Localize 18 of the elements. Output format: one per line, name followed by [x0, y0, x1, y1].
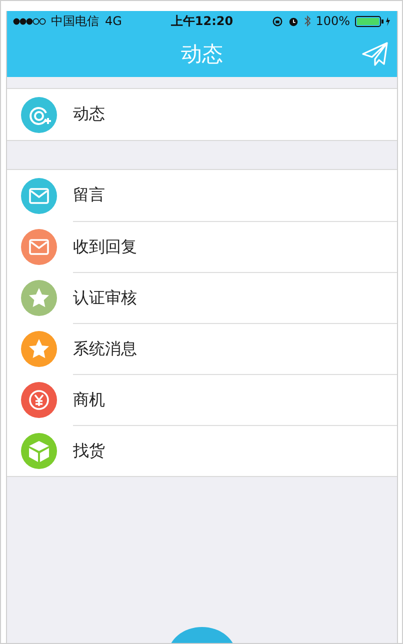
lock-rotation-icon: [272, 16, 283, 26]
menu-item[interactable]: 动态: [73, 104, 105, 125]
menu-item[interactable]: 认证审核: [73, 288, 137, 308]
page-title: 动态: [181, 41, 223, 68]
menu-item[interactable]: 商机: [73, 390, 105, 410]
menu-item[interactable]: 留言: [73, 185, 105, 206]
signal-icon: [13, 18, 47, 24]
battery-percent: 100%: [316, 14, 350, 28]
alarm-icon: [288, 16, 299, 26]
send-button[interactable]: [361, 40, 389, 68]
menu-item[interactable]: 收到回复: [73, 236, 137, 258]
bluetooth-icon: [304, 15, 311, 27]
network-type: 4G: [105, 14, 122, 28]
carrier-name: 中国电信: [51, 12, 99, 30]
menu-item[interactable]: 系统消息: [73, 338, 137, 360]
menu-item[interactable]: 找货: [73, 440, 105, 462]
battery-icon: [355, 16, 391, 26]
clock-time: 上午12:20: [170, 12, 234, 30]
